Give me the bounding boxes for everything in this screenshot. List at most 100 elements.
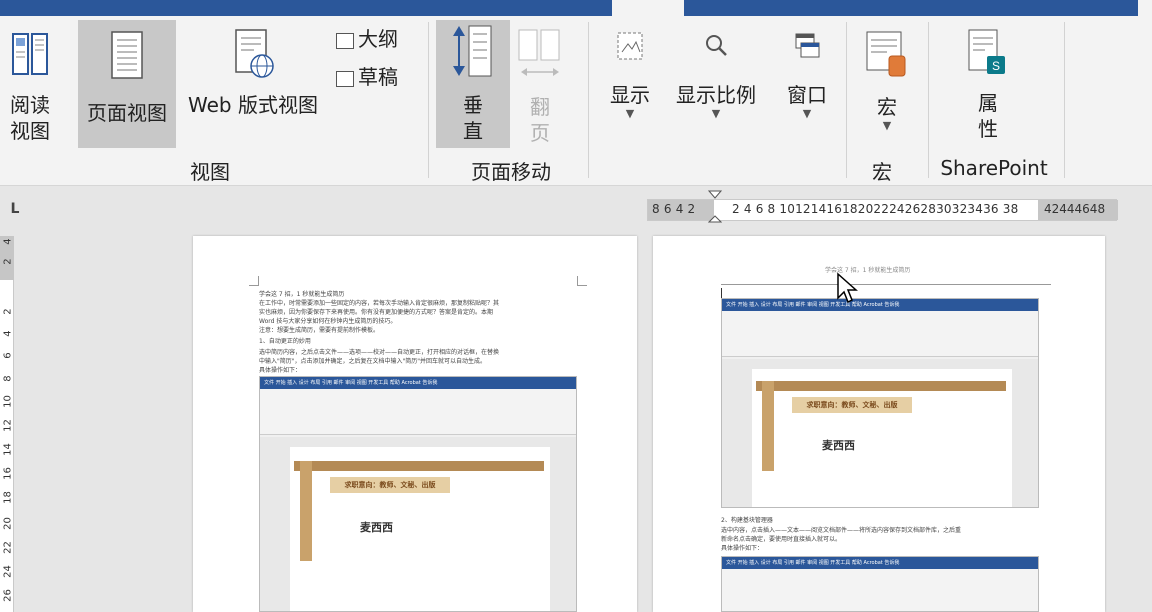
doc-line: Word 技与大家分享如何在秒钟内生成简历的技巧。 xyxy=(259,318,397,325)
doc-title: 学会这 7 招，1 秒就能生成简历 xyxy=(259,291,345,298)
doc-line: 具体操作如下： xyxy=(259,367,302,374)
draft-icon xyxy=(336,70,354,87)
vruler-num: 8 xyxy=(2,375,14,382)
macro-icon xyxy=(866,31,906,77)
side-to-side-icon xyxy=(518,29,560,76)
doc-line: 选中内容，点击插入——文本——阅览文档部件——将所选内容保存到文档部件库，之后重 xyxy=(721,527,962,534)
outline-button[interactable]: 大纲 xyxy=(336,26,420,56)
window-icon xyxy=(795,33,820,58)
draft-label: 草稿 xyxy=(358,65,398,89)
mini-tabs: 文件 开始 插入 设计 布局 引用 邮件 审阅 视图 开发工具 帮助 Acrob… xyxy=(264,380,438,386)
vertical-ruler[interactable]: 4 2 2 4 6 8 10 12 14 16 18 20 22 24 26 xyxy=(0,236,14,612)
margin-corner xyxy=(249,276,259,286)
doc-line: 新命名点击确定，要使用时直接插入就可以。 xyxy=(721,536,842,543)
outline-icon xyxy=(336,32,354,49)
window-button[interactable]: 窗口 ▼ xyxy=(770,26,844,146)
window-label: 窗口 xyxy=(787,83,827,107)
vruler-num: 4 xyxy=(2,238,14,245)
draft-button[interactable]: 草稿 xyxy=(336,64,420,94)
tab-selector[interactable]: L xyxy=(6,201,24,219)
group-separator xyxy=(588,22,589,178)
mini-page: 求职意向：教师、文秘、出版 麦西西 xyxy=(290,447,550,611)
outline-label: 大纲 xyxy=(358,27,398,51)
web-page-icon xyxy=(235,29,274,78)
print-layout-button[interactable]: 页面视图 xyxy=(78,20,176,148)
show-label: 显示 xyxy=(610,83,650,107)
group-separator xyxy=(846,22,847,178)
chevron-down-icon: ▼ xyxy=(625,107,635,120)
doc-line: 在工作中，时常需要添加一些固定的内容，若每次手动输入肯定很麻烦，那复制粘贴呢？其 xyxy=(259,300,500,307)
group-label-sharepoint: SharePoint xyxy=(940,156,1048,180)
embedded-screenshot: 文件 开始 插入 设计 布局 引用 邮件 审阅 视图 开发工具 帮助 Acrob… xyxy=(259,376,577,612)
web-layout-button[interactable]: Web 版式视图 xyxy=(176,26,330,146)
group-label-page-movement: 页面移动 xyxy=(471,160,551,184)
vruler-num: 10 xyxy=(2,395,14,408)
doc-line: 实也麻烦，因为你要保存下来再使用。你有没有更加便捷的方式呢？答案是肯定的。本期 xyxy=(259,309,494,316)
vruler-num: 6 xyxy=(2,352,14,359)
chevron-down-icon: ▼ xyxy=(882,119,892,132)
mini-ribbon xyxy=(722,311,1038,357)
mini-doc-area: 求职意向：教师、文秘、出版 麦西西 xyxy=(722,359,1038,507)
mini-tabs: 文件 开始 插入 设计 布局 引用 邮件 审阅 视图 开发工具 帮助 Acrob… xyxy=(726,302,900,308)
print-layout-label: 页面视图 xyxy=(87,101,167,125)
group-separator xyxy=(1064,22,1065,178)
vruler-num: 22 xyxy=(2,541,14,554)
document-page-2[interactable]: 学会这 7 招，1 秒就能生成简历 文件 开始 插入 设计 布局 引用 邮件 审… xyxy=(653,236,1105,612)
mini-page: 求职意向：教师、文秘、出版 麦西西 xyxy=(752,369,1012,507)
book-icon xyxy=(12,33,48,75)
web-layout-label: Web 版式视图 xyxy=(188,93,318,117)
wood-frame xyxy=(294,461,544,471)
group-label-views: 视图 xyxy=(190,160,230,184)
title-bar xyxy=(0,0,1152,16)
mini-ribbon xyxy=(260,389,576,435)
macros-button[interactable]: 宏 ▼ xyxy=(852,26,922,146)
vertical-scroll-icon xyxy=(453,25,492,77)
mouse-pointer-icon xyxy=(837,272,858,304)
chevron-down-icon: ▼ xyxy=(802,107,812,120)
zoom-button[interactable]: 显示比例 ▼ xyxy=(666,26,766,146)
ruler-area: L 8 6 4 2 2 4 6 8 1012141618202224262830… xyxy=(0,187,1152,235)
embedded-screenshot: 文件 开始 插入 设计 布局 引用 邮件 审阅 视图 开发工具 帮助 Acrob… xyxy=(721,298,1039,508)
page-icon xyxy=(111,31,143,79)
doc-heading: 1、自动更正的妙用 xyxy=(259,338,311,345)
vruler-num: 14 xyxy=(2,443,14,456)
document-page-1[interactable]: 学会这 7 招，1 秒就能生成简历 在工作中，时常需要添加一些固定的内容，若每次… xyxy=(193,236,637,612)
horizontal-ruler[interactable]: 8 6 4 2 2 4 6 8 101214161820222426283032… xyxy=(647,190,1118,223)
ruler-main-numbers: 2 4 6 8 1012141618202224262830323436 38 xyxy=(732,202,1019,216)
vruler-num: 26 xyxy=(2,589,14,602)
macros-label: 宏 xyxy=(877,95,897,119)
sharepoint-properties-icon: S xyxy=(968,29,1005,74)
mini-banner: 求职意向：教师、文秘、出版 xyxy=(792,397,912,413)
zoom-label: 显示比例 xyxy=(676,83,756,107)
title-bar-edge xyxy=(1138,0,1152,16)
vertical-button[interactable]: 垂 直 xyxy=(436,20,510,148)
chevron-down-icon: ▼ xyxy=(711,107,721,120)
ruler-right-numbers: 42444648 xyxy=(1044,202,1106,216)
properties-label: 属 性 xyxy=(978,91,998,141)
mini-banner: 求职意向：教师、文秘、出版 xyxy=(330,477,450,493)
show-button[interactable]: 显示 ▼ xyxy=(596,26,664,146)
wood-frame xyxy=(756,381,1006,391)
magnifier-icon xyxy=(706,35,727,56)
mini-name: 麦西西 xyxy=(360,521,393,534)
read-mode-button[interactable]: 阅读 视图 xyxy=(8,26,52,146)
svg-text:S: S xyxy=(992,59,1000,73)
vruler-num: 4 xyxy=(2,330,14,337)
wood-frame xyxy=(762,381,774,471)
doc-heading: 2、构建基块管理器 xyxy=(721,517,773,524)
side-to-side-label: 翻 页 xyxy=(530,95,550,145)
embedded-screenshot: 文件 开始 插入 设计 布局 引用 邮件 审阅 视图 开发工具 帮助 Acrob… xyxy=(721,556,1039,612)
margin-corner xyxy=(577,276,587,286)
doc-line: 选中简历内容，之后点击文件——选项——校对——自动更正，打开相应的对话框，在替换 xyxy=(259,349,500,356)
ribbon-view-tab: 阅读 视图 页面视图 Web 版式视图 大纲 草稿 视图 垂 直 翻 页 页面移… xyxy=(0,16,1152,186)
indent-marker-icon[interactable] xyxy=(708,190,722,224)
group-separator xyxy=(428,22,429,178)
vruler-num: 24 xyxy=(2,565,14,578)
properties-button[interactable]: S 属 性 xyxy=(940,26,1036,146)
vruler-num: 2 xyxy=(2,258,14,265)
active-tab-gap xyxy=(612,0,684,16)
doc-line: 具体操作如下： xyxy=(721,545,764,552)
vruler-num: 2 xyxy=(2,308,14,315)
mini-name: 麦西西 xyxy=(822,439,855,452)
side-to-side-button[interactable]: 翻 页 xyxy=(512,26,568,146)
